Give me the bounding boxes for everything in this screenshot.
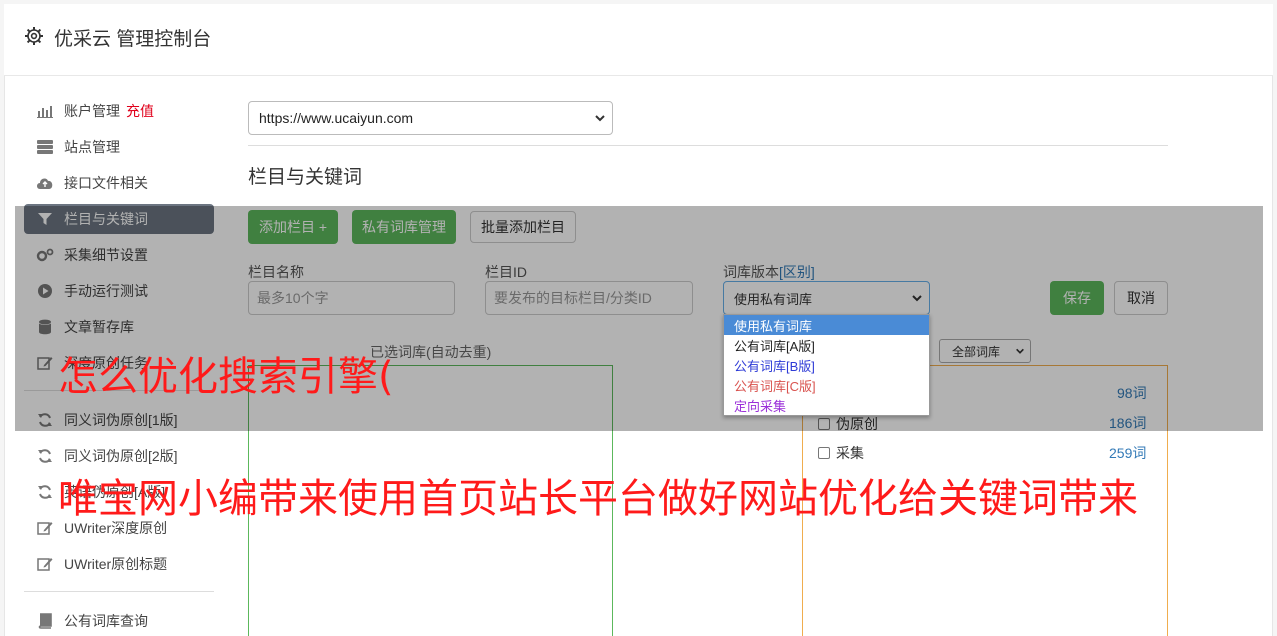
sidebar-item-account[interactable]: 账户管理 充值 <box>24 96 214 126</box>
server-icon <box>36 138 54 156</box>
refresh-icon <box>36 447 54 465</box>
lib-checkbox[interactable] <box>818 447 830 459</box>
sidebar-item-api-files[interactable]: 接口文件相关 <box>24 168 214 198</box>
watermark-line-1: 怎么优化搜索引擎( <box>58 354 394 400</box>
watermark-line-2: 唯宝网小编带来使用首页站长平台做好网站优化给关键词带来 <box>58 476 1138 522</box>
sidebar-item-label: UWriter原创标题 <box>64 556 168 572</box>
lib-option-directed[interactable]: 定向采集 <box>724 395 929 415</box>
chevron-down-icon <box>595 115 605 122</box>
sidebar-item-label: 站点管理 <box>64 139 120 155</box>
edit-icon <box>36 519 54 537</box>
lib-count: 259词 <box>1109 445 1147 461</box>
bar-chart-icon <box>36 102 54 120</box>
book-icon <box>36 612 54 630</box>
lib-version-menu: 使用私有词库 公有词库[A版] 公有词库[B版] 公有词库[C版] 定向采集 <box>723 314 930 416</box>
gear-icon <box>25 27 43 45</box>
sidebar-item-public-lib-query[interactable]: 公有词库查询 <box>24 606 214 636</box>
sidebar-item-label: 同义词伪原创[2版] <box>64 448 178 464</box>
sidebar-item-label: 账户管理 <box>64 103 120 119</box>
lib-row[interactable]: 采集 <box>818 443 864 463</box>
sidebar-item-label: 公有词库查询 <box>64 613 148 629</box>
lib-option-private[interactable]: 使用私有词库 <box>724 315 929 335</box>
lib-row-label: 采集 <box>836 445 864 461</box>
app-title: 优采云 管理控制台 <box>54 29 212 50</box>
lib-option-public-b[interactable]: 公有词库[B版] <box>724 355 929 375</box>
edit-icon <box>36 555 54 573</box>
sidebar-item-label: 接口文件相关 <box>64 175 148 191</box>
lib-option-public-a[interactable]: 公有词库[A版] <box>724 335 929 355</box>
site-select-value: https://www.ucaiyun.com <box>259 110 414 126</box>
sidebar-item-sites[interactable]: 站点管理 <box>24 132 214 162</box>
section-divider <box>248 145 1168 146</box>
refresh-icon <box>36 483 54 501</box>
app-header: 优采云 管理控制台 <box>4 4 1273 76</box>
section-title: 栏目与关键词 <box>248 167 363 188</box>
site-select[interactable]: https://www.ucaiyun.com <box>248 101 613 135</box>
cloud-upload-icon <box>36 174 54 192</box>
sidebar-divider <box>24 591 214 592</box>
recharge-link[interactable]: 充值 <box>126 101 154 121</box>
lib-option-public-c[interactable]: 公有词库[C版] <box>724 375 929 395</box>
sidebar-item-uwriter-title[interactable]: UWriter原创标题 <box>24 549 214 579</box>
